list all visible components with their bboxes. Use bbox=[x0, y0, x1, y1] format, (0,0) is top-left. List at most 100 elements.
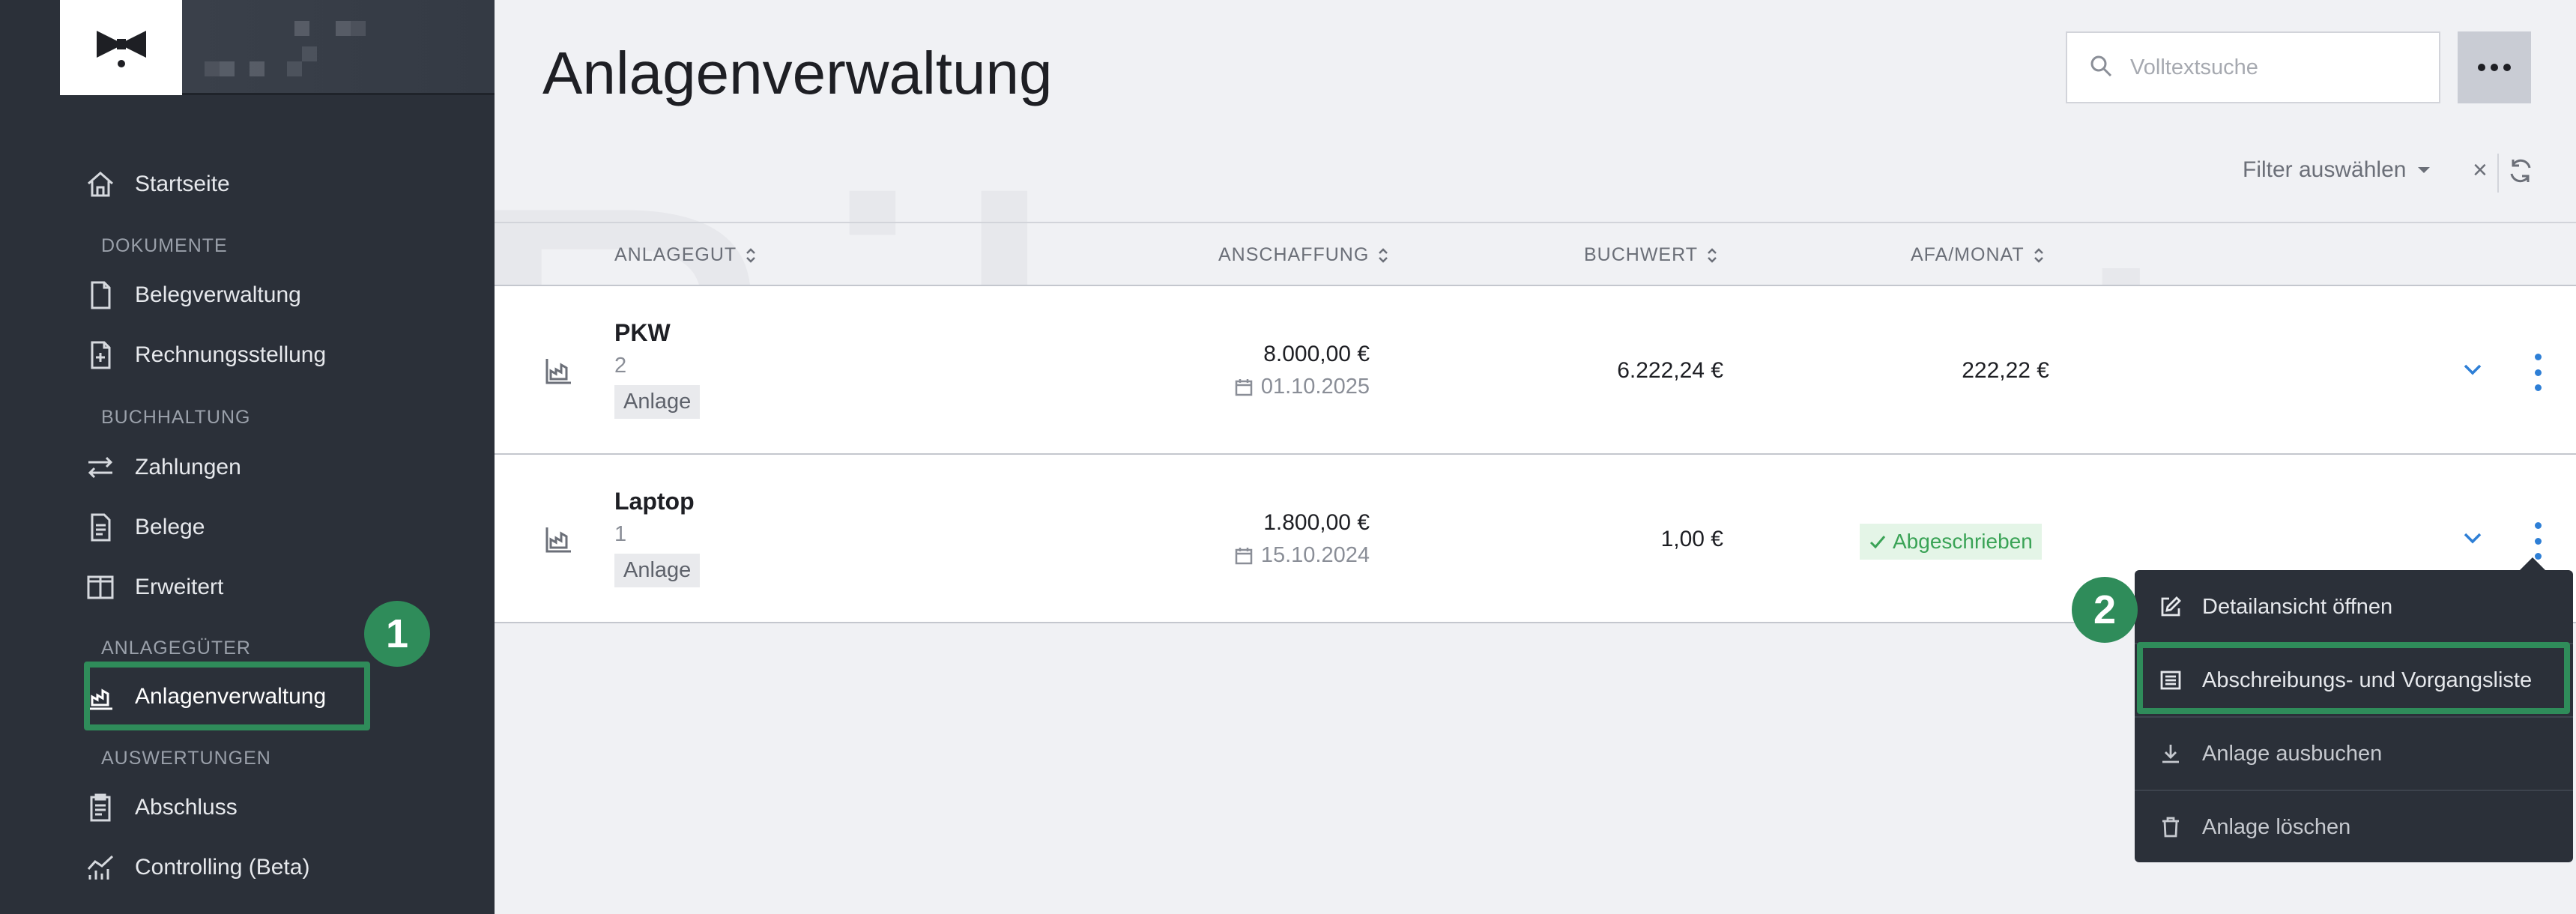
status-badge: Abgeschrieben bbox=[1860, 524, 2042, 560]
menu-item-label: Anlage ausbuchen bbox=[2202, 741, 2383, 766]
search-box[interactable] bbox=[2066, 31, 2440, 103]
refresh-icon[interactable] bbox=[2507, 157, 2534, 188]
acquisition-cost: 8.000,00 € bbox=[1263, 342, 1370, 366]
sidebar-item-label: Startseite bbox=[135, 172, 230, 196]
expand-chevron-icon[interactable] bbox=[2461, 358, 2484, 384]
column-header-label: BUCHWERT bbox=[1584, 244, 1698, 265]
page-title: Anlagenverwaltung bbox=[542, 40, 1053, 106]
asset-number: 2 bbox=[614, 354, 627, 378]
clipboard-icon bbox=[82, 790, 118, 826]
highlight-box-anlagenverwaltung bbox=[84, 662, 370, 730]
clear-filter-button[interactable]: × bbox=[2473, 156, 2488, 185]
sidebar-item-belege[interactable]: Belege bbox=[82, 503, 205, 551]
caret-down-icon bbox=[2418, 167, 2431, 173]
download-icon bbox=[2157, 742, 2184, 766]
checkmark-icon bbox=[1869, 536, 1886, 549]
menu-item-ausbuchen[interactable]: Anlage ausbuchen bbox=[2135, 717, 2573, 790]
filter-dropdown[interactable]: Filter auswählen bbox=[2243, 157, 2431, 183]
sidebar-item-label: Belege bbox=[135, 515, 205, 539]
calendar-icon bbox=[1235, 378, 1253, 396]
asset-name[interactable]: PKW bbox=[614, 319, 671, 347]
edit-icon bbox=[2157, 595, 2184, 619]
kebab-dot bbox=[2534, 354, 2542, 360]
kebab-dot bbox=[2534, 522, 2542, 529]
status-badge-label: Abgeschrieben bbox=[1893, 530, 2033, 553]
sidebar-item-controlling[interactable]: Controlling (Beta) bbox=[82, 844, 309, 892]
sort-icon bbox=[2034, 247, 2043, 263]
more-dots-icon-3 bbox=[2503, 64, 2511, 71]
sidebar-item-rechnungsstellung[interactable]: Rechnungsstellung bbox=[82, 331, 326, 379]
more-dots-icon bbox=[2478, 64, 2485, 71]
chart-icon bbox=[82, 850, 118, 886]
row-actions-kebab-icon[interactable] bbox=[2530, 354, 2545, 391]
receipt-icon bbox=[82, 509, 118, 545]
sidebar-section-auswertungen: AUSWERTUNGEN bbox=[101, 748, 271, 769]
column-header-anlagegut[interactable]: ANLAGEGUT bbox=[614, 244, 756, 266]
sort-icon bbox=[746, 247, 756, 263]
sidebar-section-buchhaltung: BUCHHALTUNG bbox=[101, 407, 251, 428]
sidebar-item-label: Erweitert bbox=[135, 575, 224, 599]
column-header-anschaffung[interactable]: ANSCHAFFUNG bbox=[1218, 244, 1388, 266]
asset-type-tag: Anlage bbox=[614, 385, 701, 419]
transfer-arrows-icon bbox=[82, 450, 118, 485]
columns-icon bbox=[82, 569, 118, 605]
sidebar-item-startseite[interactable]: Startseite bbox=[82, 160, 230, 208]
invoice-add-icon bbox=[82, 337, 118, 373]
company-switcher[interactable] bbox=[182, 0, 495, 95]
asset-name[interactable]: Laptop bbox=[614, 488, 695, 515]
column-header-buchwert[interactable]: BUCHWERT bbox=[1584, 244, 1717, 266]
menu-item-loeschen[interactable]: Anlage löschen bbox=[2135, 790, 2573, 864]
menu-item-label: Detailansicht öffnen bbox=[2202, 594, 2393, 619]
highlight-box-abschreibungsliste bbox=[2137, 642, 2570, 714]
home-icon bbox=[82, 166, 118, 202]
factory-icon bbox=[544, 356, 574, 390]
column-header-label: AFA/MONAT bbox=[1911, 244, 2025, 265]
acquisition-date-value: 01.10.2025 bbox=[1260, 375, 1370, 399]
sort-icon bbox=[1708, 247, 1717, 263]
asset-type-tag: Anlage bbox=[614, 554, 701, 587]
sidebar-item-label: Belegverwaltung bbox=[135, 282, 301, 307]
sidebar-item-belegverwaltung[interactable]: Belegverwaltung bbox=[82, 271, 301, 319]
asset-number: 1 bbox=[614, 522, 627, 546]
acquisition-cost: 1.800,00 € bbox=[1263, 510, 1370, 535]
sidebar-item-abschluss[interactable]: Abschluss bbox=[82, 784, 238, 832]
sidebar-item-zahlungen[interactable]: Zahlungen bbox=[82, 444, 241, 491]
trash-icon bbox=[2157, 815, 2184, 839]
factory-icon bbox=[544, 524, 574, 558]
sidebar: Startseite DOKUMENTE Belegverwaltung Rec… bbox=[0, 0, 495, 914]
table-header: ANLAGEGUT ANSCHAFFUNG BUCHWERT AFA/MONAT bbox=[495, 222, 2576, 286]
afa-monthly: 222,22 € bbox=[1962, 358, 2049, 383]
book-value: 6.222,24 € bbox=[1617, 358, 1723, 383]
kebab-dot bbox=[2534, 369, 2542, 376]
acquisition-date: 01.10.2025 bbox=[1234, 375, 1370, 399]
sidebar-item-label: Controlling (Beta) bbox=[135, 855, 310, 880]
kebab-dot bbox=[2534, 384, 2542, 391]
menu-caret bbox=[2519, 557, 2546, 571]
sidebar-section-dokumente: DOKUMENTE bbox=[101, 235, 228, 256]
sidebar-item-label: Abschluss bbox=[135, 795, 238, 820]
more-dots-icon-2 bbox=[2491, 64, 2498, 71]
document-icon bbox=[82, 277, 118, 313]
table-row[interactable]: PKW 2 Anlage 8.000,00 € 01.10.2025 6.222… bbox=[495, 286, 2576, 455]
filter-label: Filter auswählen bbox=[2243, 157, 2407, 182]
row-actions-kebab-icon[interactable] bbox=[2530, 522, 2545, 560]
sort-icon bbox=[1379, 247, 1388, 263]
search-input[interactable] bbox=[2130, 55, 2415, 80]
filter-divider bbox=[2497, 154, 2499, 193]
sidebar-section-anlagegueter: ANLAGEGÜTER bbox=[101, 638, 251, 659]
sidebar-item-erweitert[interactable]: Erweitert bbox=[82, 563, 223, 611]
more-actions-button[interactable] bbox=[2458, 31, 2531, 103]
kebab-dot bbox=[2534, 537, 2542, 545]
calendar-icon bbox=[1235, 547, 1253, 564]
sidebar-item-label: Rechnungsstellung bbox=[135, 342, 327, 367]
menu-item-label: Anlage löschen bbox=[2202, 814, 2351, 839]
menu-item-detailansicht[interactable]: Detailansicht öffnen bbox=[2135, 570, 2573, 644]
row-actions-menu: Detailansicht öffnen Abschreibungs- und … bbox=[2135, 570, 2573, 862]
column-header-label: ANSCHAFFUNG bbox=[1218, 244, 1370, 265]
step-badge-2: 2 bbox=[2072, 577, 2138, 643]
step-badge-1: 1 bbox=[364, 601, 430, 667]
book-value: 1,00 € bbox=[1660, 527, 1723, 551]
column-header-afa-monat[interactable]: AFA/MONAT bbox=[1911, 244, 2044, 266]
expand-chevron-icon[interactable] bbox=[2461, 527, 2484, 553]
logo[interactable] bbox=[60, 0, 182, 95]
